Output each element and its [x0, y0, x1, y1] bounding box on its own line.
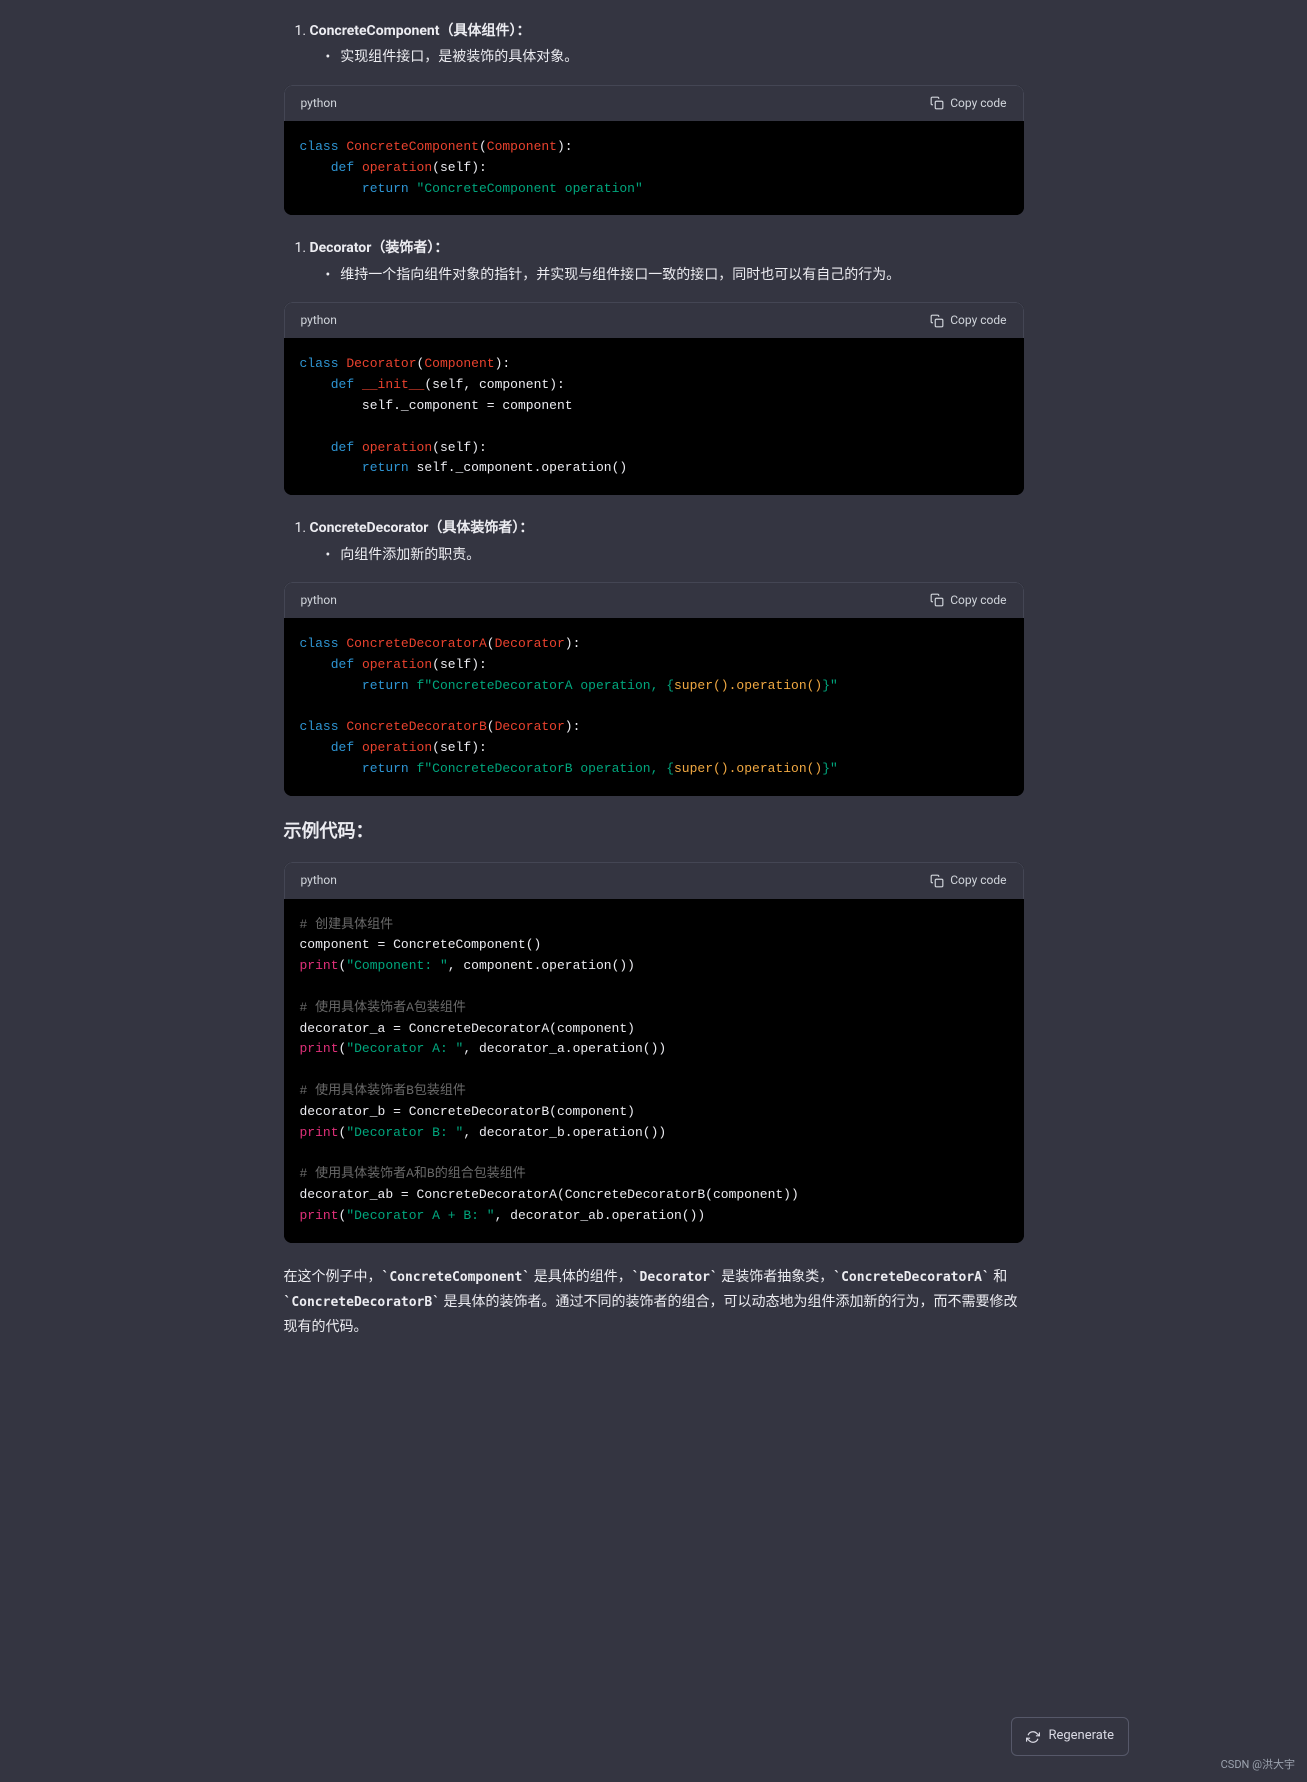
code-block-4: python Copy code # 创建具体组件 component = Co…	[284, 862, 1024, 1242]
code-header: python Copy code	[284, 302, 1024, 338]
code-header: python Copy code	[284, 85, 1024, 121]
clipboard-icon	[930, 874, 944, 888]
copy-label: Copy code	[950, 591, 1006, 610]
code-lang-label: python	[301, 591, 337, 610]
item-title-3: ConcreteDecorator（具体装饰者）：	[310, 520, 534, 536]
copy-code-button[interactable]: Copy code	[930, 311, 1006, 330]
code-lang-label: python	[301, 311, 337, 330]
copy-label: Copy code	[950, 871, 1006, 890]
copy-label: Copy code	[950, 94, 1006, 113]
code-block-1: python Copy code class ConcreteComponent…	[284, 85, 1024, 216]
copy-code-button[interactable]: Copy code	[930, 94, 1006, 113]
code-header: python Copy code	[284, 862, 1024, 898]
code-lang-label: python	[301, 871, 337, 890]
regenerate-button[interactable]: Regenerate	[1011, 1717, 1129, 1756]
code-block-3: python Copy code class ConcreteDecorator…	[284, 582, 1024, 796]
code-block-2: python Copy code class Decorator(Compone…	[284, 302, 1024, 495]
code-header: python Copy code	[284, 582, 1024, 618]
explanation-paragraph: 在这个例子中，`ConcreteComponent` 是具体的组件，`Decor…	[284, 1265, 1024, 1341]
clipboard-icon	[930, 593, 944, 607]
inline-code: `ConcreteComponent`	[382, 1270, 531, 1285]
item-title-1: ConcreteComponent（具体组件）：	[310, 23, 531, 39]
clipboard-icon	[930, 314, 944, 328]
content-container: ConcreteComponent（具体组件）： 实现组件接口，是被装饰的具体对…	[264, 20, 1044, 1340]
watermark: CSDN @洪大宇	[1221, 1756, 1295, 1774]
code-content[interactable]: class ConcreteDecoratorA(Decorator): def…	[284, 618, 1024, 796]
refresh-icon	[1026, 1730, 1040, 1744]
code-content[interactable]: # 创建具体组件 component = ConcreteComponent()…	[284, 899, 1024, 1243]
inline-code: `ConcreteDecoratorA`	[833, 1270, 990, 1285]
copy-code-button[interactable]: Copy code	[930, 871, 1006, 890]
item-title-2: Decorator（装饰者）：	[310, 240, 449, 256]
regenerate-label: Regenerate	[1048, 1726, 1114, 1747]
item-desc-2: 维持一个指向组件对象的指针，并实现与组件接口一致的接口，同时也可以有自己的行为。	[326, 264, 1024, 286]
copy-label: Copy code	[950, 311, 1006, 330]
section-title: 示例代码：	[284, 818, 1024, 847]
copy-code-button[interactable]: Copy code	[930, 591, 1006, 610]
item-desc-1: 实现组件接口，是被装饰的具体对象。	[326, 46, 1024, 68]
list-item-1: ConcreteComponent（具体组件）： 实现组件接口，是被装饰的具体对…	[284, 20, 1024, 69]
code-lang-label: python	[301, 94, 337, 113]
inline-code: `ConcreteDecoratorB`	[284, 1295, 441, 1310]
inline-code: `Decorator`	[632, 1270, 718, 1285]
list-item-2: Decorator（装饰者）： 维持一个指向组件对象的指针，并实现与组件接口一致…	[284, 237, 1024, 286]
code-content[interactable]: class Decorator(Component): def __init__…	[284, 338, 1024, 495]
clipboard-icon	[930, 96, 944, 110]
code-content[interactable]: class ConcreteComponent(Component): def …	[284, 121, 1024, 215]
list-item-3: ConcreteDecorator（具体装饰者）： 向组件添加新的职责。	[284, 517, 1024, 566]
item-desc-3: 向组件添加新的职责。	[326, 544, 1024, 566]
